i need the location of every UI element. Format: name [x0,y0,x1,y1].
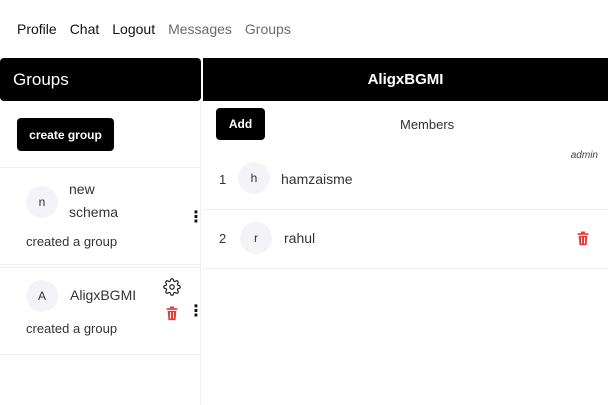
nav-profile[interactable]: Profile [17,21,57,37]
more-options-icon[interactable]: ⋮ [188,304,204,320]
groups-header: Groups [0,58,201,101]
group-list-item[interactable]: A AligxBGMI ⋮ created a group [0,267,204,355]
group-name: new schema [69,181,119,220]
member-name: hamzaisme [281,171,353,187]
nav-messages[interactable]: Messages [168,21,232,37]
nav-logout[interactable]: Logout [112,21,155,37]
gear-icon[interactable] [162,277,182,297]
member-row: 1 h hamzaisme [203,154,608,210]
chat-title: AligxBGMI [367,71,444,88]
groups-title: Groups [13,69,69,89]
group-subtitle: created a group [26,234,118,249]
group-members-panel: Add Members admin 1 h hamzaisme 2 r rahu… [203,101,608,405]
member-name: rahul [284,230,316,246]
avatar: A [26,280,58,312]
avatar: n [26,186,58,218]
trash-icon[interactable] [573,228,593,248]
nav-groups[interactable]: Groups [245,21,291,37]
top-nav: Profile Chat Logout Messages Groups [0,0,608,58]
avatar: r [240,222,272,254]
member-index: 2 [219,231,227,246]
groups-sidebar: create group n new schema ⋮ created a gr… [0,101,204,405]
avatar: h [238,162,270,194]
nav-chat[interactable]: Chat [70,21,100,37]
more-options-icon[interactable]: ⋮ [188,210,204,226]
add-member-button[interactable]: Add [216,108,265,140]
member-row: 2 r rahul [203,210,608,269]
trash-icon[interactable] [162,303,182,323]
group-name: AligxBGMI [70,287,137,303]
chat-header: AligxBGMI [203,58,608,101]
group-subtitle: created a group [26,321,118,336]
create-group-button[interactable]: create group [17,118,114,151]
group-list-item[interactable]: n new schema ⋮ created a group [0,167,204,265]
member-index: 1 [219,172,227,187]
members-heading: Members [400,117,455,132]
